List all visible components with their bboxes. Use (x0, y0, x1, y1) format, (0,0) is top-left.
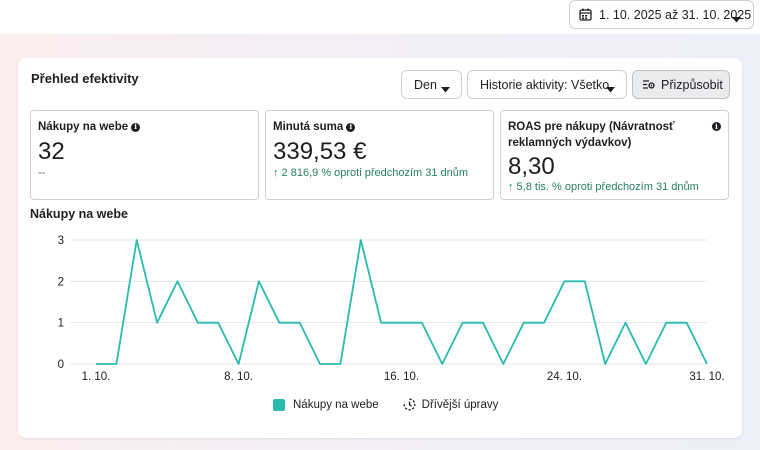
legend-prior-label: Dřívější úpravy (421, 398, 499, 411)
line-chart: 01231. 10. 8. 10. 16. 10. 24. 10. 31. 10. (58, 235, 725, 383)
history-icon (403, 398, 416, 411)
x-tick-label: 1. 10. (82, 371, 111, 383)
x-tick-label: 24. 10. (547, 371, 582, 383)
performance-overview-card: Přehled efektivity Den Historie aktivity… (18, 58, 742, 438)
legend-prior-edits[interactable]: Dřívější úpravy (403, 398, 499, 411)
chart-legend: Nákupy na webe Dřívější úpravy (273, 398, 498, 411)
y-tick-label: 1 (58, 318, 64, 330)
legend-swatch (273, 398, 285, 411)
y-tick-label: 3 (58, 235, 64, 247)
calendar-icon (579, 8, 592, 21)
y-tick-label: 2 (58, 276, 64, 288)
y-tick-label: 0 (58, 359, 64, 371)
x-tick-label: 31. 10. (689, 371, 724, 383)
chevron-down-icon (732, 12, 741, 26)
date-range-picker[interactable]: 1. 10. 2025 až 31. 10. 2025 (569, 0, 754, 29)
x-tick-label: 16. 10. (384, 371, 419, 383)
x-tick-label: 8. 10. (224, 371, 253, 383)
series-line (96, 239, 708, 365)
legend-series-label[interactable]: Nákupy na webe (293, 399, 379, 411)
date-range-label: 1. 10. 2025 až 31. 10. 2025 (599, 7, 752, 22)
